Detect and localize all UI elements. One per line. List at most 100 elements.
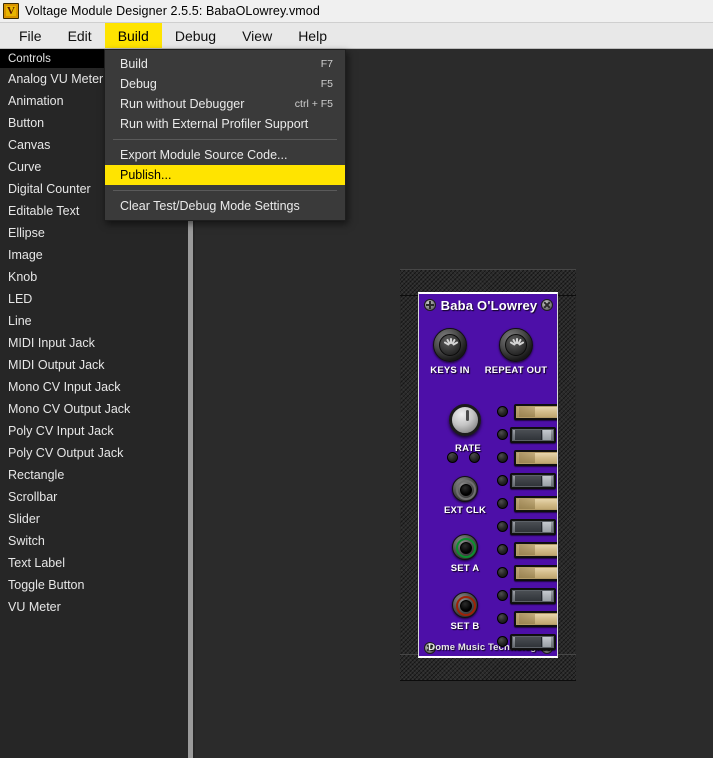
jack-hole-icon bbox=[460, 542, 472, 554]
step-switch[interactable] bbox=[514, 565, 557, 581]
control-item-rectangle[interactable]: Rectangle bbox=[0, 464, 186, 486]
jack-label: KEYS IN bbox=[430, 365, 470, 376]
menu-separator bbox=[113, 190, 337, 191]
switch-track bbox=[516, 498, 557, 510]
menu-bar: File Edit Build Debug View Help bbox=[0, 23, 713, 49]
step-led-left bbox=[497, 590, 508, 601]
menu-edit[interactable]: Edit bbox=[55, 23, 105, 48]
knob-label: RATE bbox=[455, 443, 481, 454]
control-item-knob[interactable]: Knob bbox=[0, 266, 186, 288]
step-switch[interactable] bbox=[514, 657, 558, 658]
cv-jack-set-a[interactable] bbox=[452, 534, 478, 560]
rack-rail-bottom bbox=[400, 654, 576, 681]
din-socket-icon bbox=[439, 334, 461, 356]
menu-item-shortcut: F5 bbox=[320, 78, 333, 90]
menu-item-run-with-external-profiler-support[interactable]: Run with External Profiler Support bbox=[105, 114, 345, 134]
module-rack: Baba O'Lowrey Dome Music Technologies KE… bbox=[400, 269, 576, 681]
menu-view[interactable]: View bbox=[229, 23, 285, 48]
jack-label: SET A bbox=[450, 563, 480, 574]
switch-track bbox=[512, 590, 554, 602]
din-socket-icon bbox=[505, 334, 527, 356]
switch-track bbox=[516, 452, 557, 464]
app-logo-icon: V bbox=[3, 3, 19, 19]
menu-item-export-module-source-code[interactable]: Export Module Source Code... bbox=[105, 145, 345, 165]
menu-item-label: Clear Test/Debug Mode Settings bbox=[120, 199, 300, 213]
menu-item-label: Build bbox=[120, 57, 148, 71]
menu-item-shortcut: F7 bbox=[320, 58, 333, 70]
step-led-left bbox=[497, 452, 508, 463]
control-item-switch[interactable]: Switch bbox=[0, 530, 186, 552]
step-switch[interactable] bbox=[514, 450, 557, 466]
switch-track bbox=[512, 429, 554, 441]
jack-hole-icon bbox=[460, 600, 472, 612]
control-item-mono-cv-output-jack[interactable]: Mono CV Output Jack bbox=[0, 398, 186, 420]
step-led-left bbox=[497, 636, 508, 647]
menu-item-shortcut: ctrl + F5 bbox=[294, 98, 333, 110]
cv-jack-ext-clk[interactable] bbox=[452, 476, 478, 502]
control-item-scrollbar[interactable]: Scrollbar bbox=[0, 486, 186, 508]
knob-rate[interactable] bbox=[449, 404, 481, 436]
window-title: Voltage Module Designer 2.5.5: BabaOLowr… bbox=[25, 4, 320, 18]
menu-help[interactable]: Help bbox=[285, 23, 340, 48]
jack-label: EXT CLK bbox=[443, 505, 487, 516]
title-bar: V Voltage Module Designer 2.5.5: BabaOLo… bbox=[0, 0, 713, 23]
jack-label: SET B bbox=[450, 621, 480, 632]
control-item-ellipse[interactable]: Ellipse bbox=[0, 222, 186, 244]
step-led-left bbox=[497, 475, 508, 486]
midi-jack-keys-in[interactable] bbox=[433, 328, 467, 362]
cv-jack-set-b[interactable] bbox=[452, 592, 478, 618]
menu-separator bbox=[113, 139, 337, 140]
indicator-led bbox=[469, 452, 480, 463]
step-led-left bbox=[497, 406, 508, 417]
step-switch[interactable] bbox=[510, 634, 556, 650]
menu-build[interactable]: Build bbox=[104, 23, 162, 48]
rack-rail-left bbox=[400, 296, 418, 654]
module-panel[interactable]: Baba O'Lowrey Dome Music Technologies KE… bbox=[418, 292, 558, 658]
knob-pointer-icon bbox=[466, 410, 469, 421]
rack-rail-right bbox=[558, 296, 576, 654]
application-window: V Voltage Module Designer 2.5.5: BabaOLo… bbox=[0, 0, 713, 758]
control-item-midi-output-jack[interactable]: MIDI Output Jack bbox=[0, 354, 186, 376]
menu-item-label: Run with External Profiler Support bbox=[120, 117, 309, 131]
menu-item-build[interactable]: Build F7 bbox=[105, 54, 345, 74]
step-led-left bbox=[497, 613, 508, 624]
control-item-image[interactable]: Image bbox=[0, 244, 186, 266]
control-item-midi-input-jack[interactable]: MIDI Input Jack bbox=[0, 332, 186, 354]
step-switch[interactable] bbox=[514, 404, 557, 420]
control-item-poly-cv-output-jack[interactable]: Poly CV Output Jack bbox=[0, 442, 186, 464]
switch-track bbox=[512, 475, 554, 487]
switch-track bbox=[512, 521, 554, 533]
menu-file[interactable]: File bbox=[6, 23, 55, 48]
control-item-led[interactable]: LED bbox=[0, 288, 186, 310]
menu-item-run-without-debugger[interactable]: Run without Debugger ctrl + F5 bbox=[105, 94, 345, 114]
switch-track bbox=[516, 406, 557, 418]
control-item-poly-cv-input-jack[interactable]: Poly CV Input Jack bbox=[0, 420, 186, 442]
control-item-mono-cv-input-jack[interactable]: Mono CV Input Jack bbox=[0, 376, 186, 398]
step-switch[interactable] bbox=[510, 519, 556, 535]
menu-item-label: Export Module Source Code... bbox=[120, 148, 288, 162]
step-switch[interactable] bbox=[514, 496, 557, 512]
step-led-left bbox=[497, 521, 508, 532]
control-item-line[interactable]: Line bbox=[0, 310, 186, 332]
control-item-text-label[interactable]: Text Label bbox=[0, 552, 186, 574]
step-switch[interactable] bbox=[510, 473, 556, 489]
step-switch[interactable] bbox=[514, 542, 557, 558]
jack-hole-icon bbox=[460, 484, 472, 496]
switch-track bbox=[516, 613, 557, 625]
control-item-vu-meter[interactable]: VU Meter bbox=[0, 596, 186, 618]
indicator-led bbox=[447, 452, 458, 463]
step-switch[interactable] bbox=[510, 588, 556, 604]
midi-jack-repeat-out[interactable] bbox=[499, 328, 533, 362]
control-item-slider[interactable]: Slider bbox=[0, 508, 186, 530]
menu-item-publish[interactable]: Publish... bbox=[105, 165, 345, 185]
step-switch[interactable] bbox=[514, 611, 557, 627]
menu-item-debug[interactable]: Debug F5 bbox=[105, 74, 345, 94]
control-item-toggle-button[interactable]: Toggle Button bbox=[0, 574, 186, 596]
build-dropdown-menu: Build F7 Debug F5 Run without Debugger ctrl +… bbox=[104, 49, 346, 221]
module-title: Baba O'Lowrey bbox=[440, 298, 538, 313]
step-switch[interactable] bbox=[510, 427, 556, 443]
menu-item-clear-test-debug-mode-settings[interactable]: Clear Test/Debug Mode Settings bbox=[105, 196, 345, 216]
menu-debug[interactable]: Debug bbox=[162, 23, 229, 48]
menu-item-label: Run without Debugger bbox=[120, 97, 245, 111]
switch-track bbox=[516, 567, 557, 579]
